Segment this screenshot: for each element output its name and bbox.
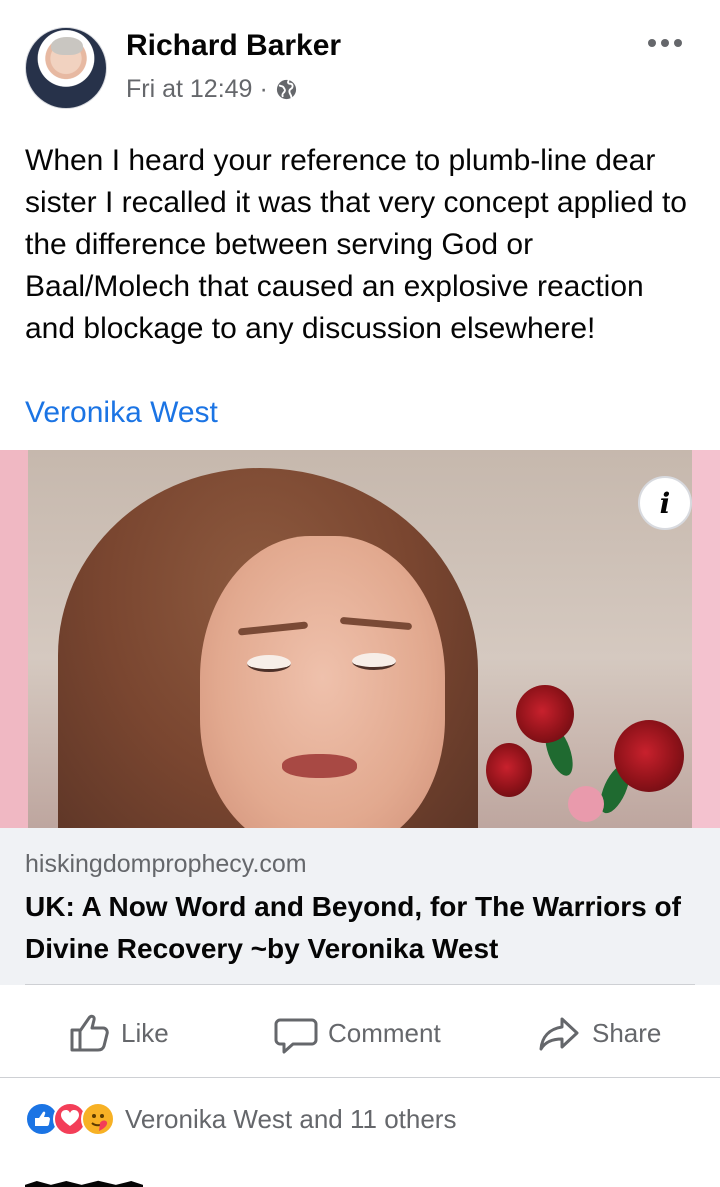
rose-shape xyxy=(516,685,574,743)
thumbs-up-icon xyxy=(70,1014,109,1052)
comment-button[interactable]: Comment xyxy=(274,1013,441,1054)
comment-icon xyxy=(274,1018,318,1054)
info-button[interactable]: i xyxy=(638,476,692,530)
left-eye xyxy=(247,655,291,672)
image-right-border xyxy=(692,450,720,828)
link-domain: hiskingdomprophecy.com xyxy=(25,850,307,878)
author-name[interactable]: Richard Barker xyxy=(126,28,341,64)
post-text: When I heard your reference to plumb-lin… xyxy=(25,144,687,345)
like-button[interactable]: Like xyxy=(67,1013,169,1053)
link-title: UK: A Now Word and Beyond, for The Warri… xyxy=(25,891,681,964)
share-label: Share xyxy=(592,1017,662,1048)
more-dot-icon xyxy=(648,39,656,47)
rose-shape xyxy=(486,743,532,797)
post-meta: Fri at 12:49 · xyxy=(126,73,298,105)
link-preview-image[interactable] xyxy=(0,450,720,828)
more-dot-icon xyxy=(674,39,682,47)
like-label: Like xyxy=(121,1017,169,1048)
portrait-lips xyxy=(282,754,357,778)
hugging-face-icon xyxy=(85,1106,111,1132)
link-preview-card[interactable]: hiskingdomprophecy.com UK: A Now Word an… xyxy=(0,828,720,985)
post-actions-bar: Like Comment Share xyxy=(0,985,720,1077)
thumbs-up-icon xyxy=(35,1111,50,1126)
reactions-summary[interactable]: Veronika West and 11 others xyxy=(25,1097,456,1141)
author-avatar[interactable] xyxy=(25,27,107,109)
heart-icon xyxy=(61,1110,79,1126)
reaction-summary-text[interactable]: Veronika West and 11 others xyxy=(125,1102,456,1136)
actions-bottom-divider xyxy=(0,1077,720,1078)
rose-bouquet xyxy=(486,685,696,828)
globe-icon xyxy=(276,79,296,99)
mentioned-user-link[interactable]: Veronika West xyxy=(25,392,218,434)
more-options-button[interactable] xyxy=(648,28,682,58)
rose-shape xyxy=(614,720,684,792)
care-reaction-icon xyxy=(81,1102,115,1136)
share-arrow-icon xyxy=(539,1017,579,1051)
portrait-face xyxy=(200,536,445,828)
image-left-border xyxy=(0,450,28,828)
right-eye xyxy=(352,653,396,670)
post-timestamp[interactable]: Fri at 12:49 xyxy=(126,73,252,105)
comment-label: Comment xyxy=(328,1017,441,1048)
more-dot-icon xyxy=(661,39,669,47)
cropped-next-comment-text xyxy=(25,1180,143,1187)
share-button[interactable]: Share xyxy=(538,1013,661,1053)
post-header: Richard Barker Fri at 12:49 · xyxy=(0,0,720,130)
meta-separator: · xyxy=(259,75,268,103)
rose-shape xyxy=(568,786,604,822)
